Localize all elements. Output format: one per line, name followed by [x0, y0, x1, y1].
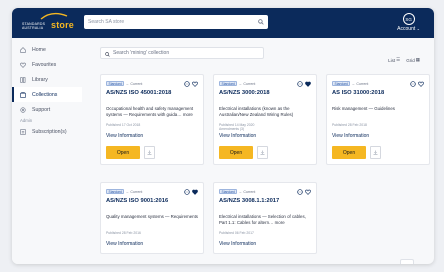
sidebar-item-library[interactable]: Library	[12, 72, 82, 87]
view-information-link[interactable]: View Information	[106, 133, 198, 140]
main-content: List☰ Grid▦ Standard–Current AS/NZS ISO …	[84, 38, 434, 264]
download-icon[interactable]	[257, 146, 268, 159]
sidebar-group-admin: Admin	[20, 118, 33, 123]
standard-code[interactable]: AS ISO 31000:2018	[332, 90, 424, 98]
sidebar-item-support[interactable]: Support	[12, 102, 82, 117]
sidebar-item-label: Library	[32, 76, 48, 83]
type-badge: Standard	[106, 189, 125, 194]
search-icon	[105, 44, 110, 62]
standard-card: Standard – Current AS/NZS 3000:2018 Electr…	[213, 74, 317, 165]
logo-store-text: store	[51, 20, 75, 30]
view-information-link[interactable]: View Information	[219, 133, 311, 140]
favourite-icon[interactable]	[192, 189, 198, 195]
library-icon	[20, 76, 26, 83]
logo-text: STANDARDS AUSTRALIA	[22, 21, 46, 30]
status-badge: Current	[243, 81, 256, 86]
collection-search	[100, 47, 264, 59]
sidebar-item-home[interactable]: Home	[12, 42, 82, 57]
favourite-icon[interactable]	[192, 81, 198, 87]
more-options-icon[interactable]	[184, 80, 190, 87]
grid-icon: ▦	[415, 57, 420, 62]
sidebar: Home Favourites Library Collections Supp…	[12, 38, 82, 264]
standard-meta: Published 17 Oct 2018	[106, 123, 141, 127]
standard-meta: Published 06 Feb 2017	[219, 231, 254, 235]
standards-store-logo[interactable]: STANDARDS AUSTRALIA store	[22, 12, 75, 30]
logo-swoosh-icon	[40, 12, 68, 20]
account-label: Account	[397, 26, 416, 32]
type-badge: Standard	[219, 189, 238, 194]
support-icon	[20, 106, 26, 113]
search-icon[interactable]	[256, 17, 266, 27]
view-information-link[interactable]: View Information	[332, 133, 424, 140]
more-options-icon[interactable]	[410, 80, 416, 87]
subscription-icon	[20, 128, 26, 135]
standard-card: Standard – Current AS/NZS 3008.1.1:2017 El…	[213, 182, 317, 254]
sidebar-item-label: Collections	[32, 91, 58, 98]
sidebar-item-label: Subscription(s)	[32, 128, 67, 135]
standard-title: Risk management — Guidelines	[332, 106, 395, 111]
status-badge: Current	[130, 81, 143, 86]
list-icon: ☰	[396, 57, 401, 62]
view-information-link[interactable]: View Information	[219, 241, 311, 248]
type-badge: Standard	[106, 81, 125, 86]
type-badge: Standard	[219, 81, 238, 86]
more-options-icon[interactable]	[297, 80, 303, 87]
global-search-input[interactable]	[84, 16, 249, 28]
open-button[interactable]: Open	[219, 146, 253, 159]
sidebar-item-subscriptions[interactable]: Subscription(s)	[12, 124, 82, 139]
sidebar-item-label: Home	[32, 46, 46, 53]
sidebar-item-collections[interactable]: Collections	[12, 87, 82, 102]
standard-meta: Published 28 Feb 2018	[332, 123, 367, 127]
standard-code[interactable]: AS/NZS ISO 45001:2018	[106, 90, 198, 98]
view-information-link[interactable]: View Information	[106, 241, 198, 248]
standard-card: Standard – Current AS/NZS ISO 45001:2018 O…	[100, 74, 204, 165]
chevron-down-icon: ⌄	[416, 26, 420, 31]
favourite-icon[interactable]	[305, 81, 311, 87]
sidebar-item-favourites[interactable]: Favourites	[12, 57, 82, 72]
standard-meta: Published 14 May 2020 Amendments (3)	[219, 123, 255, 132]
standard-title: Occupational health and safety managemen…	[106, 106, 194, 117]
home-icon	[20, 46, 26, 53]
list-view-button[interactable]: List ☰	[388, 57, 400, 63]
download-icon[interactable]	[144, 146, 155, 159]
scroll-top-button[interactable]	[400, 259, 414, 264]
open-button[interactable]: Open	[106, 146, 140, 159]
standard-title: Quality management systems — Requirement…	[106, 214, 198, 219]
standard-title: Electrical installations (known as the A…	[219, 106, 294, 117]
account-menu[interactable]: SG Account ⌄	[397, 13, 420, 32]
view-toggle: List ☰ Grid ▦	[388, 57, 420, 63]
collections-icon	[20, 91, 26, 98]
status-badge: Current	[130, 189, 143, 194]
standard-meta: Published 28 Feb 2016	[106, 231, 141, 235]
top-bar: STANDARDS AUSTRALIA store SG Account ⌄	[12, 8, 434, 38]
grid-view-button[interactable]: Grid ▦	[406, 57, 420, 63]
sidebar-item-label: Support	[32, 106, 51, 113]
collection-search-input[interactable]	[113, 50, 253, 56]
status-badge: Current	[243, 189, 256, 194]
standard-code[interactable]: AS/NZS 3008.1.1:2017	[219, 198, 311, 206]
global-search	[84, 15, 268, 29]
avatar: SG	[402, 13, 415, 25]
open-button[interactable]: Open	[332, 146, 366, 159]
more-options-icon[interactable]	[297, 188, 303, 195]
download-icon[interactable]	[370, 146, 381, 159]
standard-code[interactable]: AS/NZS ISO 9001:2016	[106, 198, 198, 206]
app-window: STANDARDS AUSTRALIA store SG Account ⌄ H…	[12, 8, 434, 264]
more-options-icon[interactable]	[184, 188, 190, 195]
standard-title: Electrical installations — Selection of …	[219, 214, 306, 225]
status-badge: Current	[356, 81, 369, 86]
favourite-icon[interactable]	[305, 189, 311, 195]
standard-card: Standard – Current AS/NZS ISO 9001:2016 Qu…	[100, 182, 204, 254]
standard-card: Standard – Current AS ISO 31000:2018 Risk …	[326, 74, 430, 165]
standard-code[interactable]: AS/NZS 3000:2018	[219, 90, 311, 98]
type-badge: Standard	[332, 81, 351, 86]
sidebar-item-label: Favourites	[32, 61, 57, 68]
favourite-icon[interactable]	[418, 81, 424, 87]
heart-icon	[20, 62, 26, 68]
